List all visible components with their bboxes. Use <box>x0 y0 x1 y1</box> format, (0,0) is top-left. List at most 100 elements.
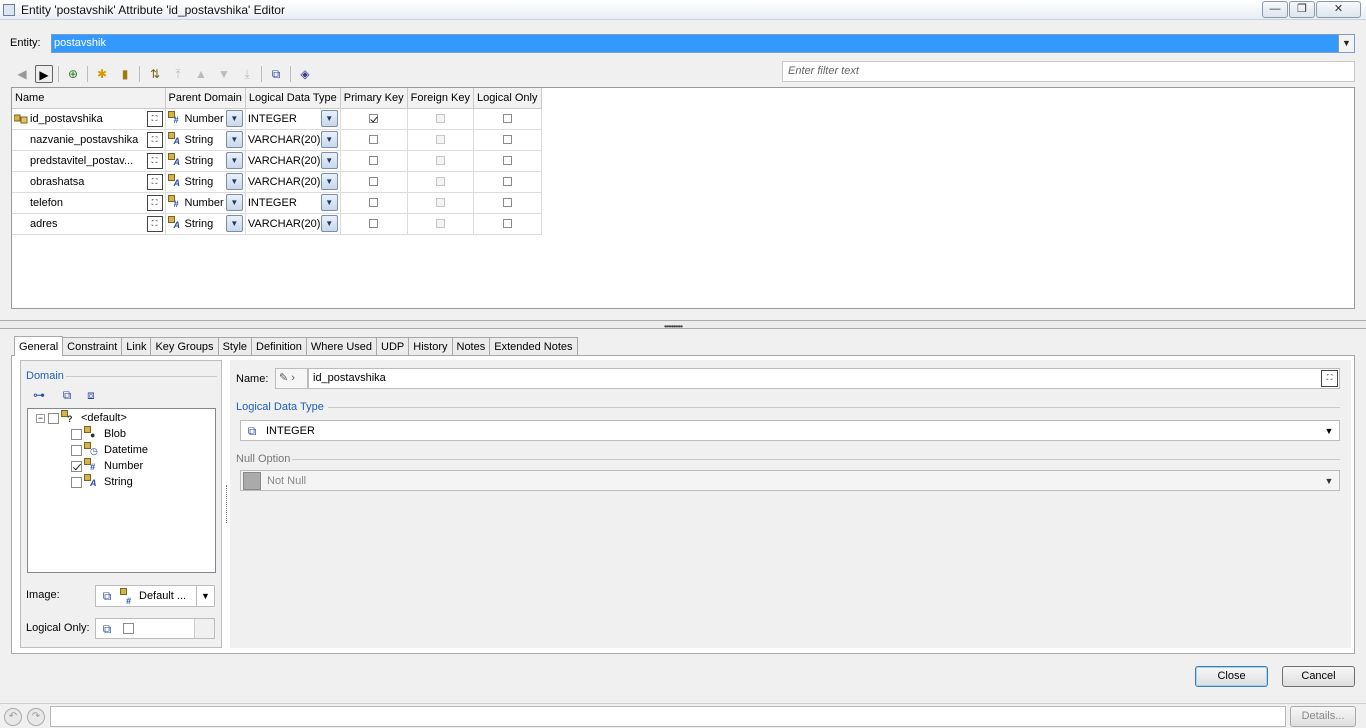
table-row[interactable]: obrashatsa ⛶ A String ▼ VARCHAR(20) ▼ <box>12 171 542 193</box>
chevron-down-icon[interactable]: ▼ <box>320 173 338 190</box>
tree-checkbox[interactable] <box>71 428 82 440</box>
edit-name-icon[interactable]: ⛶ <box>146 215 163 232</box>
attribute-name[interactable]: adres <box>30 218 147 230</box>
primary-key-checkbox[interactable] <box>369 177 379 187</box>
tab-constraint[interactable]: Constraint <box>62 337 123 356</box>
chevron-down-icon[interactable]: ▼ <box>225 194 243 211</box>
attribute-name[interactable]: nazvanie_postavshika <box>30 134 147 146</box>
tab-key-groups[interactable]: Key Groups <box>150 337 219 356</box>
column-header-logical-data-type[interactable]: Logical Data Type <box>245 88 341 109</box>
details-button[interactable]: Details... <box>1290 706 1356 727</box>
image-select[interactable]: ⧉ # Default ... ▼ <box>95 585 215 607</box>
close-button[interactable]: Close <box>1195 666 1268 687</box>
tab-notes[interactable]: Notes <box>451 337 491 356</box>
logical-only-field[interactable]: ⧉ <box>95 618 215 639</box>
tree-item-blob[interactable]: ● Blob <box>71 426 126 442</box>
chevron-down-icon[interactable]: ▼ <box>1319 422 1339 440</box>
tab-extended-notes[interactable]: Extended Notes <box>489 337 578 356</box>
column-header-name[interactable]: Name <box>12 88 166 109</box>
chevron-down-icon[interactable]: ▼ <box>1338 35 1354 52</box>
restore-button[interactable]: ❐ <box>1289 1 1315 18</box>
tree-checkbox[interactable] <box>48 412 59 424</box>
new-icon[interactable]: ✱ <box>93 65 111 83</box>
tab-history[interactable]: History <box>408 337 453 356</box>
tree-item-datetime[interactable]: ◷ Datetime <box>71 442 148 458</box>
panel-splitter[interactable]: •••••••••• <box>0 320 1366 331</box>
primary-key-checkbox[interactable] <box>369 114 379 124</box>
redo-icon[interactable]: ↷ <box>27 708 45 726</box>
pane-splitter[interactable] <box>226 485 229 523</box>
tree-item-default[interactable]: − ? <default> <box>36 410 127 426</box>
tab-where-used[interactable]: Where Used <box>305 337 378 356</box>
tree-item-string[interactable]: A String <box>71 474 133 490</box>
null-option-select[interactable]: Not Null ▼ <box>240 470 1340 491</box>
logical-only-checkbox[interactable] <box>502 219 512 229</box>
undo-icon[interactable]: ↶ <box>4 708 22 726</box>
minimize-button[interactable]: — <box>1262 1 1288 18</box>
logical-only-checkbox[interactable] <box>502 114 512 124</box>
chevron-down-icon[interactable]: ▼ <box>320 110 338 127</box>
tree-checkbox[interactable] <box>71 476 82 488</box>
chevron-down-icon[interactable]: ▼ <box>225 152 243 169</box>
splitter-grip-icon[interactable]: •••••••••• <box>664 322 683 331</box>
tab-definition[interactable]: Definition <box>251 337 307 356</box>
move-top-icon[interactable]: ⤒ <box>169 65 187 83</box>
edit-name-icon[interactable]: ⛶ <box>146 152 163 169</box>
chevron-down-icon[interactable]: ▼ <box>1319 472 1339 490</box>
properties-icon[interactable]: ◈ <box>296 65 314 83</box>
edit-name-icon[interactable]: ⛶ <box>146 110 163 127</box>
edit-name-icon[interactable]: ⛶ <box>146 173 163 190</box>
close-window-button[interactable]: ✕ <box>1316 1 1361 18</box>
first-record-icon[interactable]: ◀ <box>13 65 31 83</box>
tree-checkbox[interactable] <box>71 444 82 456</box>
column-header-primary-key[interactable]: Primary Key <box>340 88 408 109</box>
tab-general[interactable]: General <box>14 336 64 356</box>
primary-key-checkbox[interactable] <box>369 198 379 208</box>
collapse-icon[interactable]: − <box>36 413 45 423</box>
logical-only-checkbox[interactable] <box>502 198 512 208</box>
table-row[interactable]: id_postavshika ⛶ # Number ▼ INTEGER ▼ <box>12 108 542 130</box>
chevron-down-icon[interactable]: ▼ <box>320 131 338 148</box>
domain-icon[interactable]: ⧉ <box>267 65 285 83</box>
sort-icon[interactable]: ⇅ <box>146 65 164 83</box>
attribute-name[interactable]: obrashatsa <box>30 176 147 188</box>
move-up-icon[interactable]: ▲ <box>192 65 210 83</box>
tree-item-number[interactable]: # Number <box>71 458 143 474</box>
add-attribute-icon[interactable]: ⊕ <box>64 65 82 83</box>
name-edit-icon[interactable]: ✎ › <box>275 368 308 389</box>
tab-udp[interactable]: UDP <box>376 337 410 356</box>
chevron-down-icon[interactable]: ▼ <box>225 110 243 127</box>
logical-only-checkbox[interactable] <box>123 623 134 634</box>
tree-checkbox[interactable] <box>71 460 82 472</box>
table-row[interactable]: predstavitel_postav... ⛶ A String ▼ VARC… <box>12 150 542 172</box>
tab-link[interactable]: Link <box>121 337 152 356</box>
chevron-down-icon[interactable]: ▼ <box>196 586 214 606</box>
domain-tree-icon[interactable]: ⊶ <box>30 386 48 404</box>
edit-name-icon[interactable]: ⛶ <box>146 194 163 211</box>
filter-input[interactable]: Enter filter text <box>782 61 1355 82</box>
chevron-down-icon[interactable]: ▼ <box>320 194 338 211</box>
tab-style[interactable]: Style <box>217 337 253 356</box>
attribute-name[interactable]: telefon <box>30 197 147 209</box>
cancel-button[interactable]: Cancel <box>1282 666 1355 687</box>
column-header-logical-only[interactable]: Logical Only <box>473 88 542 109</box>
attribute-name[interactable]: predstavitel_postav... <box>30 155 147 167</box>
chevron-down-icon[interactable]: ▼ <box>225 215 243 232</box>
chevron-down-icon[interactable]: ▼ <box>225 173 243 190</box>
primary-key-checkbox[interactable] <box>369 135 379 145</box>
logical-only-checkbox[interactable] <box>502 177 512 187</box>
next-record-icon[interactable]: ▶ <box>35 65 53 83</box>
entity-select[interactable]: postavshik ▼ <box>51 34 1355 53</box>
chevron-down-icon[interactable]: ▼ <box>320 215 338 232</box>
expand-name-icon[interactable]: ⛶ <box>1321 370 1338 387</box>
column-header-parent-domain[interactable]: Parent Domain <box>165 88 246 109</box>
name-input[interactable]: id_postavshika <box>308 368 1340 389</box>
table-row[interactable]: nazvanie_postavshika ⛶ A String ▼ VARCHA… <box>12 129 542 151</box>
domain-new-icon[interactable]: ⧉ <box>58 386 76 404</box>
delete-icon[interactable]: ▮ <box>116 65 134 83</box>
primary-key-checkbox[interactable] <box>369 156 379 166</box>
edit-name-icon[interactable]: ⛶ <box>146 131 163 148</box>
logical-only-checkbox[interactable] <box>502 135 512 145</box>
primary-key-checkbox[interactable] <box>369 219 379 229</box>
column-header-foreign-key[interactable]: Foreign Key <box>407 88 474 109</box>
